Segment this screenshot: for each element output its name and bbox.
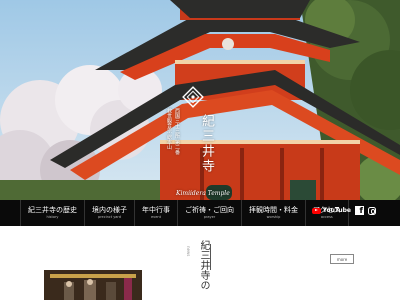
temple-crest-icon bbox=[182, 86, 204, 108]
site-name-romaji: Kimiidera Temple bbox=[176, 190, 230, 197]
nav-item-sublabel: prayer bbox=[203, 215, 216, 219]
site-tagline: 西国三十三所 第二番 bbox=[174, 108, 180, 155]
nav-item-history[interactable]: 紀三井寺の歴史 history bbox=[20, 200, 85, 226]
social-links: YouTube f bbox=[311, 206, 376, 215]
youtube-link[interactable]: YouTube bbox=[311, 207, 351, 214]
nav-item-label: 境内の様子 bbox=[92, 206, 127, 214]
nav-item-label: 拝観時間・料金 bbox=[249, 206, 298, 214]
instagram-icon[interactable] bbox=[368, 206, 376, 215]
youtube-icon bbox=[311, 207, 321, 214]
nav-item-sublabel: event bbox=[151, 215, 161, 219]
nav-item-prayer[interactable]: ご祈祷・ご回向 prayer bbox=[178, 200, 242, 226]
news-photo[interactable] bbox=[44, 270, 142, 300]
nav-item-sublabel: worship bbox=[266, 215, 281, 219]
nav-item-hours-fees[interactable]: 拝観時間・料金 worship bbox=[242, 200, 306, 226]
section-title: 紀三井寺の bbox=[198, 240, 209, 290]
hero-image: 紀三井寺 西国三十三所 第二番 救世観音宗 総本山 Kimiidera Temp… bbox=[0, 0, 400, 200]
nav-item-sublabel: history bbox=[46, 215, 59, 219]
nav-item-events[interactable]: 年中行事 event bbox=[135, 200, 178, 226]
nav-item-label: ご祈祷・ご回向 bbox=[185, 206, 234, 214]
site-tagline: 救世観音宗 総本山 bbox=[166, 108, 172, 150]
section-title-divider bbox=[210, 244, 211, 270]
site-logo[interactable]: 紀三井寺 西国三十三所 第二番 救世観音宗 総本山 Kimiidera Temp… bbox=[166, 86, 230, 198]
facebook-icon[interactable]: f bbox=[355, 206, 364, 215]
news-photo-image bbox=[44, 270, 142, 300]
nav-item-sublabel: precinct yard bbox=[97, 215, 122, 219]
site-name: 紀三井寺 bbox=[199, 114, 214, 174]
section-subtitle: news bbox=[186, 246, 191, 257]
nav-item-label: 紀三井寺の歴史 bbox=[28, 206, 77, 214]
more-button[interactable]: more bbox=[330, 254, 354, 264]
nav-item-precinct[interactable]: 境内の様子 precinct yard bbox=[85, 200, 135, 226]
nav-item-label: 年中行事 bbox=[142, 206, 170, 214]
nav-item-sublabel: access bbox=[320, 215, 333, 219]
youtube-label: YouTube bbox=[322, 207, 351, 214]
